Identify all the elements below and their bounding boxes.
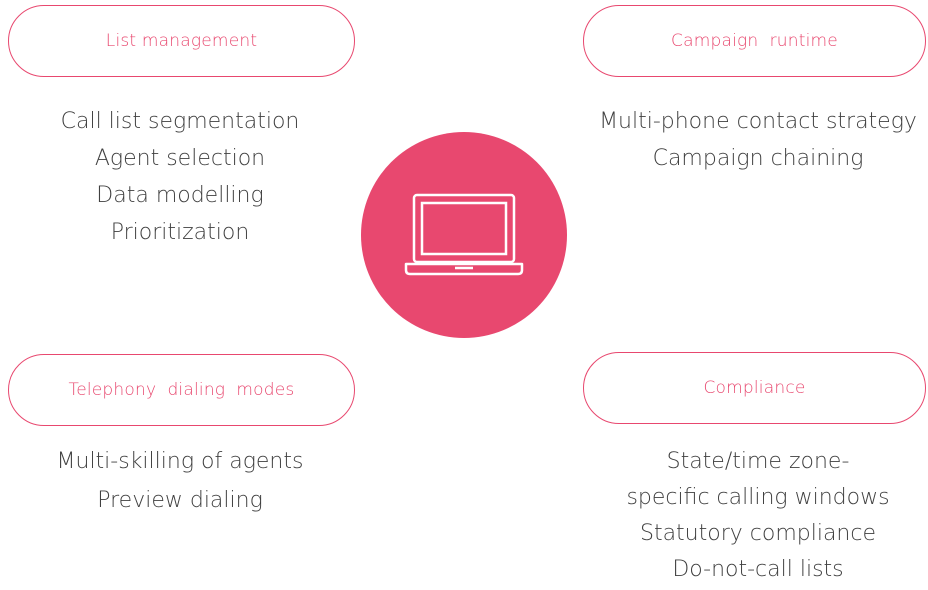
list-item: Preview dialing (97, 488, 263, 513)
list-item: Do-not-call lists (672, 557, 844, 582)
list-item: Agent selection (94, 146, 266, 171)
laptop-icon (404, 193, 524, 276)
compliance-items: State/time zone- specific calling window… (568, 444, 928, 588)
compliance-title: Compliance (703, 378, 806, 398)
list-item: Statutory compliance (639, 521, 877, 546)
list-item: Prioritization (110, 220, 250, 245)
telephony-items: Multi-skilling of agents Preview dialing (10, 442, 350, 520)
list-item: specific calling windows (626, 485, 890, 510)
list-item: Call list segmentation (60, 109, 300, 134)
campaign-runtime-items: Multi-phone contact strategy Campaign ch… (568, 103, 928, 177)
campaign-runtime-pill: Campaign runtime (583, 5, 926, 77)
telephony-title: Telephony dialing modes (68, 380, 295, 400)
list-item: Multi-phone contact strategy (599, 109, 917, 134)
hub-circle (361, 132, 567, 338)
list-item: Campaign chaining (652, 146, 864, 171)
list-management-items: Call list segmentation Agent selection D… (10, 103, 350, 251)
list-item: Data modelling (96, 183, 264, 208)
campaign-runtime-title: Campaign runtime (671, 31, 838, 51)
list-management-pill: List management (8, 5, 355, 77)
list-item: State/time zone- (666, 449, 850, 474)
list-item: Multi-skilling of agents (56, 449, 304, 474)
list-management-title: List management (105, 31, 258, 51)
compliance-pill: Compliance (583, 352, 926, 424)
telephony-pill: Telephony dialing modes (8, 354, 355, 426)
